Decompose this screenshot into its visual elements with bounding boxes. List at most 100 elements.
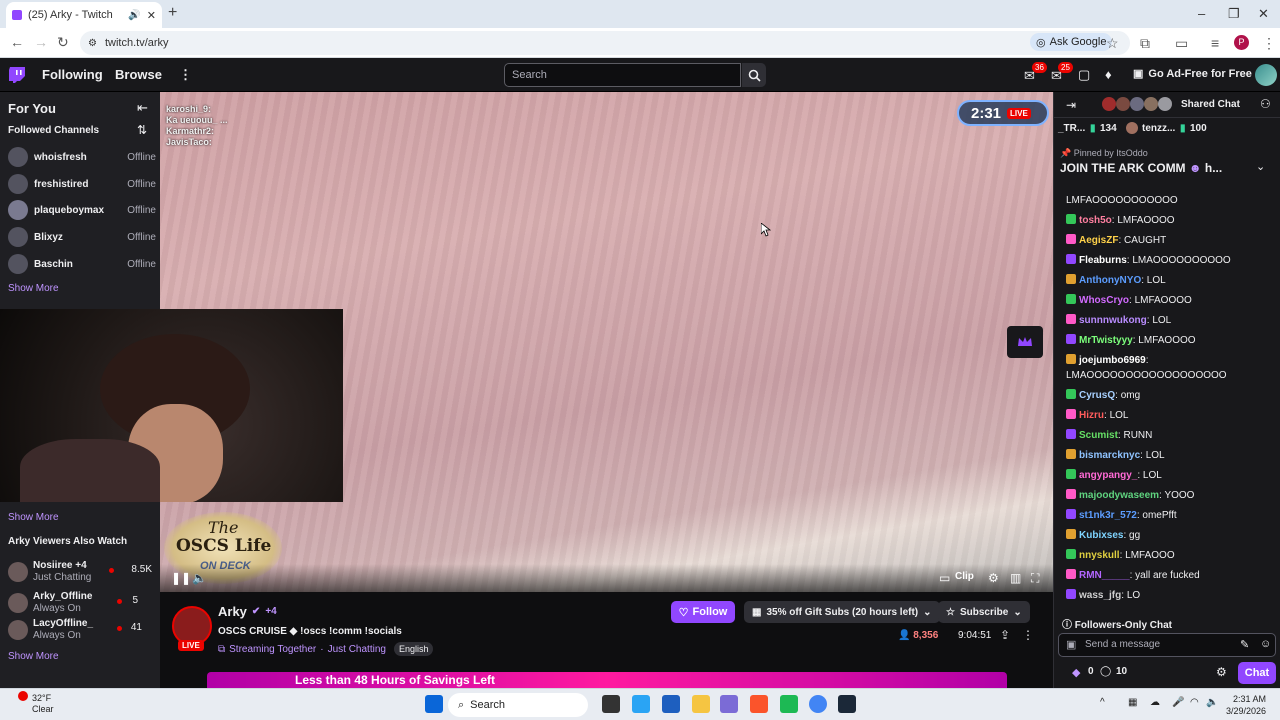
followed-channel[interactable]: plaqueboymax Offline: [8, 197, 156, 223]
chrome-icon[interactable]: [809, 695, 827, 713]
mic-icon[interactable]: 🎤: [1172, 697, 1184, 708]
wifi-icon[interactable]: ◠: [1190, 697, 1199, 708]
teams-icon[interactable]: [720, 695, 738, 713]
user-avatar[interactable]: [1255, 64, 1277, 86]
clip-icon[interactable]: ▭: [939, 571, 950, 585]
bookmark-star-icon[interactable]: ☆: [1106, 35, 1119, 52]
spotify-icon[interactable]: [780, 695, 798, 713]
chat-message[interactable]: CyrusQ: omg: [1066, 388, 1274, 403]
chat-username[interactable]: majoodywaseem: [1079, 490, 1159, 501]
notifications-icon[interactable]: ▢: [1078, 67, 1090, 83]
channel-name[interactable]: Arky: [218, 604, 247, 619]
tray-chevron-icon[interactable]: ^: [1100, 697, 1105, 708]
file-explorer-icon[interactable]: [692, 695, 710, 713]
ad-free-button[interactable]: ▣ Go Ad-Free for Free: [1133, 67, 1252, 81]
chat-username[interactable]: tosh5o: [1079, 215, 1112, 226]
chat-message[interactable]: RMN_____: yall are fucked: [1066, 568, 1274, 583]
brave-icon[interactable]: [750, 695, 768, 713]
following-link[interactable]: Following: [42, 67, 103, 82]
recommended-channel[interactable]: Nosiiree +4 Just Chatting 8.5K: [8, 558, 156, 588]
share-icon[interactable]: ⇪: [1000, 628, 1010, 642]
volume-tray-icon[interactable]: 🔈: [1206, 697, 1218, 708]
follow-button[interactable]: ♡ Follow: [671, 601, 735, 623]
bits-icon[interactable]: ✎: [1240, 638, 1249, 651]
promo-banner[interactable]: Less than 48 Hours of Savings Left: [207, 672, 1007, 688]
weather-widget[interactable]: 32°F Clear: [32, 693, 54, 715]
more-options-icon[interactable]: ⋮: [1022, 628, 1034, 642]
chat-message[interactable]: WhosCryo: LMFAOOOO: [1066, 293, 1274, 308]
settings-icon[interactable]: ⚙: [988, 571, 999, 585]
taskbar-search[interactable]: ⌕ Search: [448, 693, 588, 717]
chat-message[interactable]: st1nk3r_572: omePfft: [1066, 508, 1274, 523]
chat-send-button[interactable]: Chat: [1238, 662, 1276, 684]
shared-chat-label[interactable]: Shared Chat: [1181, 99, 1240, 110]
task-view-icon[interactable]: [602, 695, 620, 713]
chat-username[interactable]: CyrusQ: [1079, 390, 1115, 401]
chat-message[interactable]: sunnnwukong: LOL: [1066, 313, 1274, 328]
chat-username[interactable]: nnyskull: [1079, 550, 1120, 561]
chat-message[interactable]: AegisZF: CAUGHT: [1066, 233, 1274, 248]
gift-chat-icon[interactable]: ▣: [1066, 638, 1076, 651]
community-icon[interactable]: ⚇: [1260, 97, 1271, 111]
chat-message[interactable]: AnthonyNYO: LOL: [1066, 273, 1274, 288]
chat-username[interactable]: AegisZF: [1079, 235, 1118, 246]
chat-message[interactable]: MrTwistyyy: LMFAOOOO: [1066, 333, 1274, 348]
tray-app-icon[interactable]: ▦: [1128, 697, 1137, 708]
chat-message[interactable]: angypangy_: LOL: [1066, 468, 1274, 483]
forward-icon[interactable]: →: [34, 34, 48, 50]
theatre-mode-icon[interactable]: ▥: [1010, 571, 1021, 585]
chat-username[interactable]: MrTwistyyy: [1079, 335, 1133, 346]
prime-crown-icon[interactable]: ♦: [1105, 67, 1112, 82]
show-more-for-you[interactable]: Show More: [8, 512, 59, 523]
channel-points-icon[interactable]: ◆: [1072, 666, 1080, 679]
chat-message[interactable]: tosh5o: LMFAOOOO: [1066, 213, 1274, 228]
more-menu-icon[interactable]: ⋮: [179, 67, 192, 83]
followed-channel[interactable]: freshistired Offline: [8, 171, 156, 197]
followed-channel[interactable]: Blixyz Offline: [8, 224, 156, 250]
chat-message[interactable]: wass_jfg: LO: [1066, 588, 1274, 603]
browser-menu-icon[interactable]: ⋮: [1262, 35, 1276, 52]
gift-subs-button[interactable]: ▦ 35% off Gift Subs (20 hours left) ⌄: [744, 601, 940, 623]
pinned-message[interactable]: 📌 Pinned by ItsOddo JOIN THE ARK COMM ☻ …: [1060, 148, 1272, 184]
emote-picker-icon[interactable]: ☺: [1260, 638, 1271, 650]
chat-username[interactable]: WhosCryo: [1079, 295, 1129, 306]
new-tab-icon[interactable]: +: [168, 4, 177, 22]
browser-tab[interactable]: (25) Arky - Twitch 🔊 ✕: [6, 2, 162, 28]
reload-icon[interactable]: ↻: [57, 34, 69, 51]
start-icon[interactable]: [425, 695, 443, 713]
chat-message[interactable]: Fleaburns: LMAOOOOOOOOOO: [1066, 253, 1274, 268]
restore-icon[interactable]: ❐: [1228, 6, 1240, 22]
followed-channel[interactable]: whoisfresh Offline: [8, 144, 156, 170]
pause-icon[interactable]: ❚❚: [171, 571, 191, 585]
twitch-logo-icon[interactable]: [8, 66, 26, 84]
recommended-channel[interactable]: Arky_Offline Always On 5: [8, 589, 156, 619]
media-icon[interactable]: ≡: [1211, 35, 1219, 51]
fullscreen-icon[interactable]: ⛶: [1031, 571, 1039, 586]
followed-channel[interactable]: Baschin Offline: [8, 251, 156, 277]
chat-username[interactable]: sunnnwukong: [1079, 315, 1147, 326]
chat-username[interactable]: angypangy_: [1079, 470, 1137, 481]
copilot-icon[interactable]: [632, 695, 650, 713]
chat-message[interactable]: majoodywaseem: YOOO: [1066, 488, 1274, 503]
back-icon[interactable]: ←: [10, 34, 24, 50]
chat-username[interactable]: st1nk3r_572: [1079, 510, 1137, 521]
steam-icon[interactable]: [838, 695, 856, 713]
chat-username[interactable]: Scumist: [1079, 430, 1118, 441]
subscribe-button[interactable]: ☆ Subscribe ⌄: [938, 601, 1030, 623]
chat-message[interactable]: Scumist: RUNN: [1066, 428, 1274, 443]
store-icon[interactable]: [662, 695, 680, 713]
sort-icon[interactable]: ⇅: [137, 123, 147, 137]
chat-username[interactable]: Hizru: [1079, 410, 1104, 421]
chat-settings-icon[interactable]: ⚙: [1216, 665, 1227, 679]
search-button[interactable]: [742, 63, 766, 87]
chat-username[interactable]: AnthonyNYO: [1079, 275, 1141, 286]
minimize-icon[interactable]: –: [1198, 6, 1205, 21]
category-link[interactable]: Just Chatting: [328, 644, 386, 655]
chat-username[interactable]: RMN_____: [1079, 570, 1130, 581]
chat-username[interactable]: bismarcknyc: [1079, 450, 1140, 461]
collapse-sidebar-icon[interactable]: ⇤: [137, 100, 148, 116]
chat-username[interactable]: joejumbo6969: [1079, 355, 1146, 366]
clip-button[interactable]: Clip: [955, 571, 974, 582]
collapse-chat-icon[interactable]: ⇥: [1066, 98, 1076, 112]
show-more-followed[interactable]: Show More: [8, 283, 59, 294]
